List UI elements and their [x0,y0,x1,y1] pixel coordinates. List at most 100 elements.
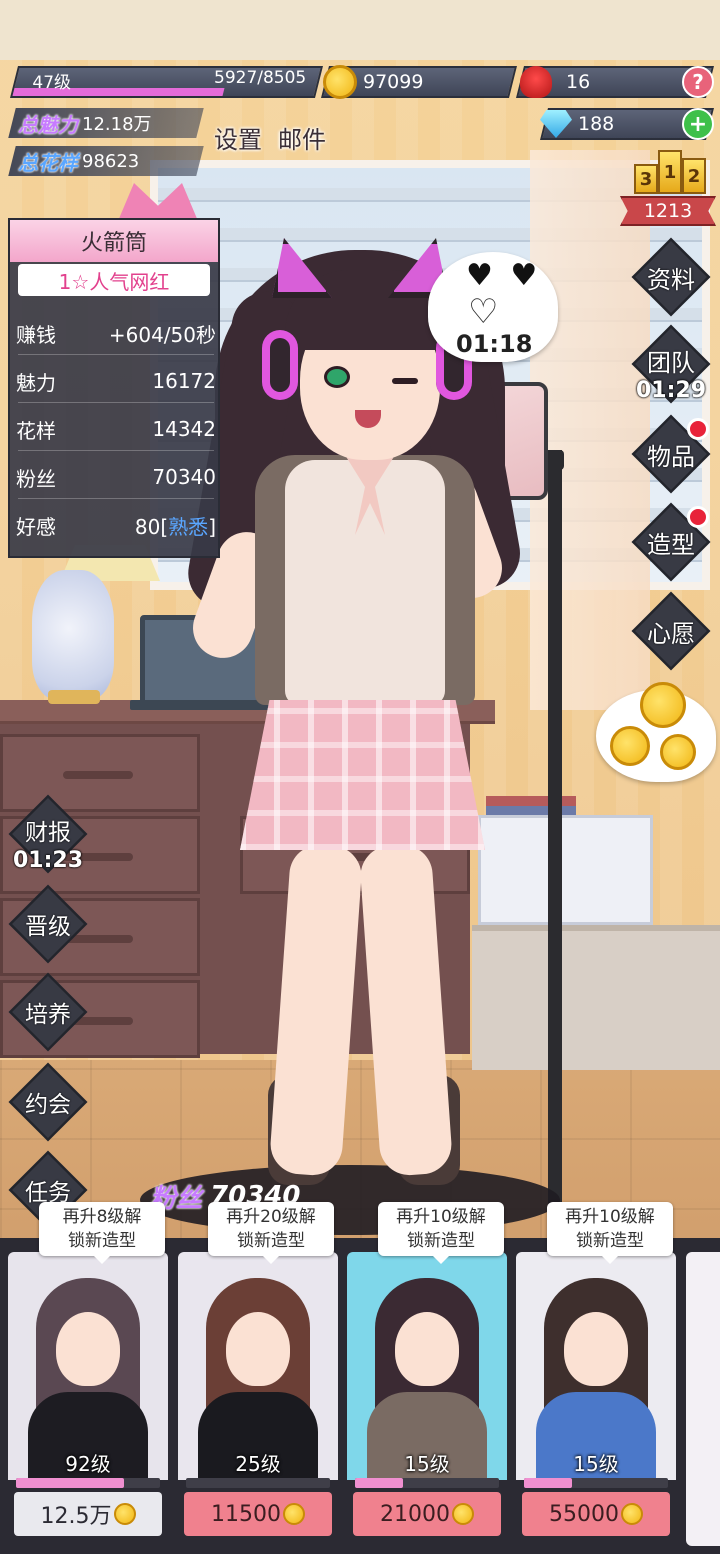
affinity-row: 好感 80[熟悉] [16,510,216,540]
outfit-level: 92级 [65,1452,111,1476]
outfit-price-button[interactable]: 12.5万 [14,1492,162,1536]
mail-button[interactable]: 邮件 [278,120,326,155]
outfit-progress [186,1478,330,1488]
character-info-panel: 火箭筒 1☆人气网红 赚钱 +604/50秒 魅力 16172 花样 14342… [8,218,220,558]
outfit-progress [16,1478,160,1488]
date-button[interactable]: 约会 [8,1062,88,1142]
coin-counter[interactable]: 97099 [321,65,517,99]
coin-icon [621,1503,643,1525]
storage-box [478,815,653,925]
outfit-price: 55000 [549,1501,619,1527]
outfit-price: 12.5万 [40,1504,112,1529]
outfit-card-next[interactable] [686,1252,720,1546]
outfit-price-button[interactable]: 11500 [184,1492,332,1536]
unlock-tip: 再升10级解 锁新造型 [547,1202,673,1264]
podium-icon: 3 1 2 [634,150,706,194]
unlock-tip: 再升8级解 锁新造型 [39,1202,165,1264]
date-label: 约会 [25,1092,71,1118]
promote-button[interactable]: 晋级 [8,884,88,964]
coin-icon [610,726,650,766]
outfit-card[interactable]: 15级 21000 [347,1252,507,1546]
rose-counter[interactable]: 16 ? [516,66,714,98]
promote-label: 晋级 [25,914,71,940]
coin-icon [452,1503,474,1525]
finance-report-button[interactable]: 财报 01:23 [8,794,88,874]
team-timer: 01:29 [635,378,707,403]
train-label: 培养 [25,1002,71,1028]
outfit-portrait [8,1252,168,1482]
coin-icon [283,1503,305,1525]
stat-row: 粉丝 70340 [16,465,216,491]
total-pattern: 总花样 98623 [8,146,204,176]
outfit-price-button[interactable]: 55000 [522,1492,670,1536]
finance-report-timer: 01:23 [12,848,84,873]
profile-label: 资料 [647,265,695,294]
coin-icon [660,734,696,770]
phone-stand [548,450,562,1210]
outfit-progress [355,1478,499,1488]
coin-icon [113,1503,136,1525]
rose-icon [520,66,552,98]
wish-label: 心愿 [647,619,695,648]
heart-bubble-timer: 01:18 [456,330,533,358]
unlock-tip: 再升10级解 锁新造型 [378,1202,504,1264]
affinity-level: 熟悉 [168,514,209,539]
team-button[interactable]: 团队 01:29 [631,324,711,404]
help-button[interactable]: ? [682,66,714,98]
outfit-portrait [347,1252,507,1482]
add-diamond-button[interactable]: + [682,108,714,140]
mounted-phone [490,382,548,500]
outfit-level: 25级 [235,1452,281,1476]
wish-button[interactable]: 心愿 [631,591,711,671]
coin-collect-bubble[interactable] [596,682,716,782]
character-title: 1☆人气网红 [18,264,210,296]
style-button[interactable]: 造型 [631,502,711,582]
player-level: 47级 [32,73,72,93]
notification-badge [687,418,709,440]
settings-button[interactable]: 设置 [214,120,262,155]
total-pattern-label: 总花样 [18,150,78,175]
affinity-value: 80 [134,514,161,539]
notification-badge [687,506,709,528]
outfit-progress [524,1478,668,1488]
total-pattern-value: 98623 [82,150,140,172]
shelf [472,925,720,1070]
items-button[interactable]: 物品 [631,414,711,494]
affinity-label: 好感 [16,514,56,539]
outfit-card[interactable]: 25级 11500 [178,1252,338,1546]
finger-heart-icon: ♡ [468,292,499,332]
character-name: 火箭筒 [10,220,218,262]
vase [32,570,114,700]
rank-value: 1213 [620,196,716,226]
total-charm-value: 12.18万 [82,114,152,135]
ceiling [0,0,720,60]
ranking-button[interactable]: 3 1 2 1213 [620,150,716,230]
outfit-portrait [516,1252,676,1482]
train-button[interactable]: 培养 [8,972,88,1052]
rose-value: 16 [566,71,591,93]
laptop [140,615,280,705]
outfit-card[interactable]: 92级 12.5万 [8,1252,168,1546]
diamond-value: 188 [578,113,615,135]
coin-icon [323,65,357,99]
total-charm-label: 总魅力 [18,112,78,137]
outfit-level: 15级 [404,1452,450,1476]
outfit-price: 11500 [211,1501,281,1527]
outfit-card[interactable]: 15级 55000 [516,1252,676,1546]
stat-row: 花样 14342 [16,417,216,443]
total-charm: 总魅力 12.18万 [8,108,204,138]
outfit-portrait [178,1252,338,1482]
outfit-level: 15级 [573,1452,619,1476]
diamond-counter[interactable]: 188 + [540,108,714,140]
coin-icon [640,682,686,728]
stat-row: 魅力 16172 [16,369,216,395]
outfit-price-button[interactable]: 21000 [353,1492,501,1536]
unlock-tip: 再升20级解 锁新造型 [208,1202,334,1264]
outfit-price: 21000 [380,1501,450,1527]
profile-button[interactable]: 资料 [631,237,711,317]
heart-icon: ♥ ♥ [466,258,542,293]
exp-value: 5927/8505 [213,68,306,88]
stat-row: 赚钱 +604/50秒 [16,322,216,347]
level-exp-bar: 47级 5927/8505 [10,66,323,98]
diamond-icon [540,110,572,138]
